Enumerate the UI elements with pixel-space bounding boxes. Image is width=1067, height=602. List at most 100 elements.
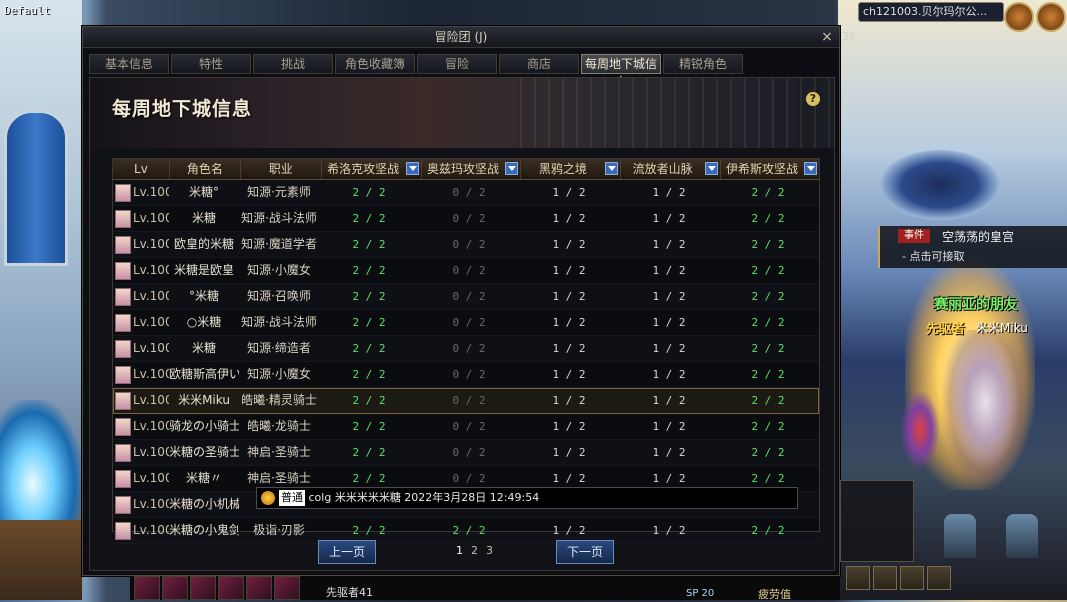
skill-slot[interactable]	[190, 576, 216, 600]
table-row[interactable]: Lv.100 米糖° 知源·元素师 2 / 2 0 / 2 1 / 2 1 / 2 2 / 2	[113, 180, 819, 206]
skill-slot[interactable]	[134, 576, 160, 600]
header-dungeon-2-label: 奥兹玛攻坚战	[426, 162, 499, 176]
job-cell: 皓曦·精灵骑士	[241, 393, 317, 407]
close-icon[interactable]: ×	[819, 27, 835, 47]
page-3[interactable]: 3	[486, 544, 493, 557]
level-cell: Lv.100	[113, 258, 169, 283]
job-cell: 皓曦·龙骑士	[247, 419, 311, 433]
dropdown-arrow-icon[interactable]	[803, 162, 817, 175]
compass-icon[interactable]	[1004, 2, 1034, 32]
table-row[interactable]: Lv.100 米米Miku 皓曦·精灵骑士 2 / 2 0 / 2 1 / 2 1 / 2 2…	[113, 388, 819, 414]
dropdown-arrow-icon[interactable]	[505, 162, 519, 175]
system-button-icon[interactable]	[927, 566, 951, 590]
header-dungeon-5-label: 伊希斯攻坚战	[726, 162, 799, 176]
tab-challenge[interactable]: 挑战	[253, 54, 333, 74]
level-text: Lv.100	[133, 263, 169, 277]
dropdown-arrow-icon[interactable]	[705, 162, 719, 175]
tab-shop[interactable]: 商店	[499, 54, 579, 74]
dungeon-count-cell: 2 / 2	[352, 264, 386, 277]
job-cell: 知源·战斗法师	[241, 315, 317, 329]
prev-page-button[interactable]: 上一页	[318, 540, 376, 564]
table-row[interactable]: Lv.100 米糖是欧皇 知源·小魔女 2 / 2 0 / 2 1 / 2 1 / 2 2 /…	[113, 258, 819, 284]
table-row[interactable]: Lv.100 骑龙の小骑士 皓曦·龙骑士 2 / 2 0 / 2 1 / 2 1 / 2 2 …	[113, 414, 819, 440]
quick-menu[interactable]	[840, 480, 914, 562]
header-dungeon-2[interactable]: 奥兹玛攻坚战	[422, 159, 522, 179]
tab-basic-info[interactable]: 基本信息	[89, 54, 169, 74]
character-name-cell: 米糖	[191, 211, 216, 225]
level-cell: Lv.100	[113, 492, 169, 517]
table-row[interactable]: Lv.100 欧糖斯高伊い 知源·小魔女 2 / 2 0 / 2 1 / 2 1 / 2 2 …	[113, 362, 819, 388]
dungeon-count-cell: 0 / 2	[452, 368, 486, 381]
tab-traits[interactable]: 特性	[171, 54, 251, 74]
next-page-button[interactable]: 下一页	[556, 540, 614, 564]
job-cell: 知源·小魔女	[247, 367, 311, 381]
scene-portal	[0, 400, 82, 540]
level-text: Lv.100	[133, 185, 169, 199]
character-name-cell: 米糖の圣骑士	[169, 445, 239, 459]
header-dungeon-5[interactable]: 伊希斯攻坚战	[721, 159, 819, 179]
avatar	[115, 261, 131, 280]
dungeon-count-cell: 1 / 2	[552, 186, 586, 199]
dungeon-count-cell: 2 / 2	[751, 394, 785, 407]
character-title: 先驱者	[926, 322, 966, 337]
header-dungeon-4-label: 流放者山脉	[632, 162, 693, 176]
avatar	[115, 313, 131, 332]
dungeon-count-cell: 0 / 2	[452, 212, 486, 225]
dungeon-count-cell: 1 / 2	[552, 446, 586, 459]
profile-label: Default	[4, 4, 51, 17]
tab-character-collection[interactable]: 角色收藏簿	[335, 54, 415, 74]
dungeon-count-cell: 2 / 2	[352, 420, 386, 433]
scene-barrels	[0, 520, 82, 600]
table-row[interactable]: Lv.100 米糖 知源·缔造者 2 / 2 0 / 2 1 / 2 1 / 2 2 / 2	[113, 336, 819, 362]
table-row[interactable]: Lv.100 米糖の圣骑士 神启·圣骑士 2 / 2 0 / 2 1 / 2 1 / 2 2 …	[113, 440, 819, 466]
level-cell: Lv.100	[113, 310, 169, 335]
quest-tracker[interactable]: 事件 空荡荡的皇宫 - 点击可接取	[878, 226, 1067, 268]
panel-title: 每周地下城信息	[112, 98, 253, 120]
header-dungeon-3[interactable]: 黑鸦之境	[521, 159, 622, 179]
dropdown-arrow-icon[interactable]	[605, 162, 619, 175]
dungeon-count-cell: 2 / 2	[352, 212, 386, 225]
tab-adventure[interactable]: 冒险	[417, 54, 497, 74]
dungeon-count-cell: 2 / 2	[352, 368, 386, 381]
dropdown-arrow-icon[interactable]	[405, 162, 419, 175]
window-title-text: 冒险团 (J)	[434, 30, 488, 44]
chat-message[interactable]: 普通 colg 米米米米米糖 2022年3月28日 12:49:54	[256, 487, 798, 509]
player-character[interactable]	[940, 330, 1030, 490]
skill-hotbar[interactable]	[130, 576, 840, 600]
header-dungeon-4[interactable]: 流放者山脉	[621, 159, 722, 179]
skill-slot[interactable]	[246, 576, 272, 600]
scene-eye-ornament	[880, 150, 1000, 220]
dungeon-count-cell: 2 / 2	[751, 264, 785, 277]
skill-slot[interactable]	[218, 576, 244, 600]
pet-character[interactable]	[900, 390, 940, 470]
tab-weekly-dungeon[interactable]: 每周地下城信息	[581, 54, 661, 89]
page-1[interactable]: 1	[456, 544, 463, 557]
job-cell: 知源·魔道学者	[241, 237, 317, 251]
dungeon-count-cell: 1 / 2	[652, 420, 686, 433]
skill-slot[interactable]	[162, 576, 188, 600]
table-row[interactable]: Lv.100 米糖 知源·战斗法师 2 / 2 0 / 2 1 / 2 1 / 2 2 / 2	[113, 206, 819, 232]
character-name-cell: 欧糖斯高伊い	[169, 367, 239, 381]
job-cell: 知源·元素师	[247, 185, 311, 199]
character-name-cell: 骑龙の小骑士	[169, 419, 239, 433]
skill-slot[interactable]	[274, 576, 300, 600]
sp-label: SP 20	[686, 588, 715, 599]
pagination: 上一页 1 2 3 下一页	[90, 536, 834, 566]
server-channel[interactable]: ch121003.贝尔玛尔公...	[858, 2, 1004, 22]
table-row[interactable]: Lv.100 欧皇的米糖 知源·魔道学者 2 / 2 0 / 2 1 / 2 1 / 2 2 …	[113, 232, 819, 258]
level-text: Lv.100	[133, 341, 169, 355]
system-button-icon[interactable]	[873, 566, 897, 590]
table-row[interactable]: Lv.100 ○米糖 知源·战斗法师 2 / 2 0 / 2 1 / 2 1 / 2 2 / …	[113, 310, 819, 336]
chat-channel: 普通	[279, 490, 305, 506]
page-2[interactable]: 2	[471, 544, 478, 557]
level-text: Lv.100	[133, 289, 169, 303]
header-dungeon-1[interactable]: 希洛克攻坚战	[322, 159, 422, 179]
table-row[interactable]: Lv.100 °米糖 知源·召唤师 2 / 2 0 / 2 1 / 2 1 / 2 2 / 2	[113, 284, 819, 310]
system-button-icon[interactable]	[846, 566, 870, 590]
dungeon-count-cell: 0 / 2	[452, 394, 486, 407]
tab-elite-characters[interactable]: 精锐角色	[663, 54, 743, 74]
system-button-icon[interactable]	[900, 566, 924, 590]
dungeon-count-cell: 1 / 2	[552, 212, 586, 225]
menu-icon[interactable]	[1036, 2, 1066, 32]
help-icon[interactable]: ?	[806, 92, 820, 106]
